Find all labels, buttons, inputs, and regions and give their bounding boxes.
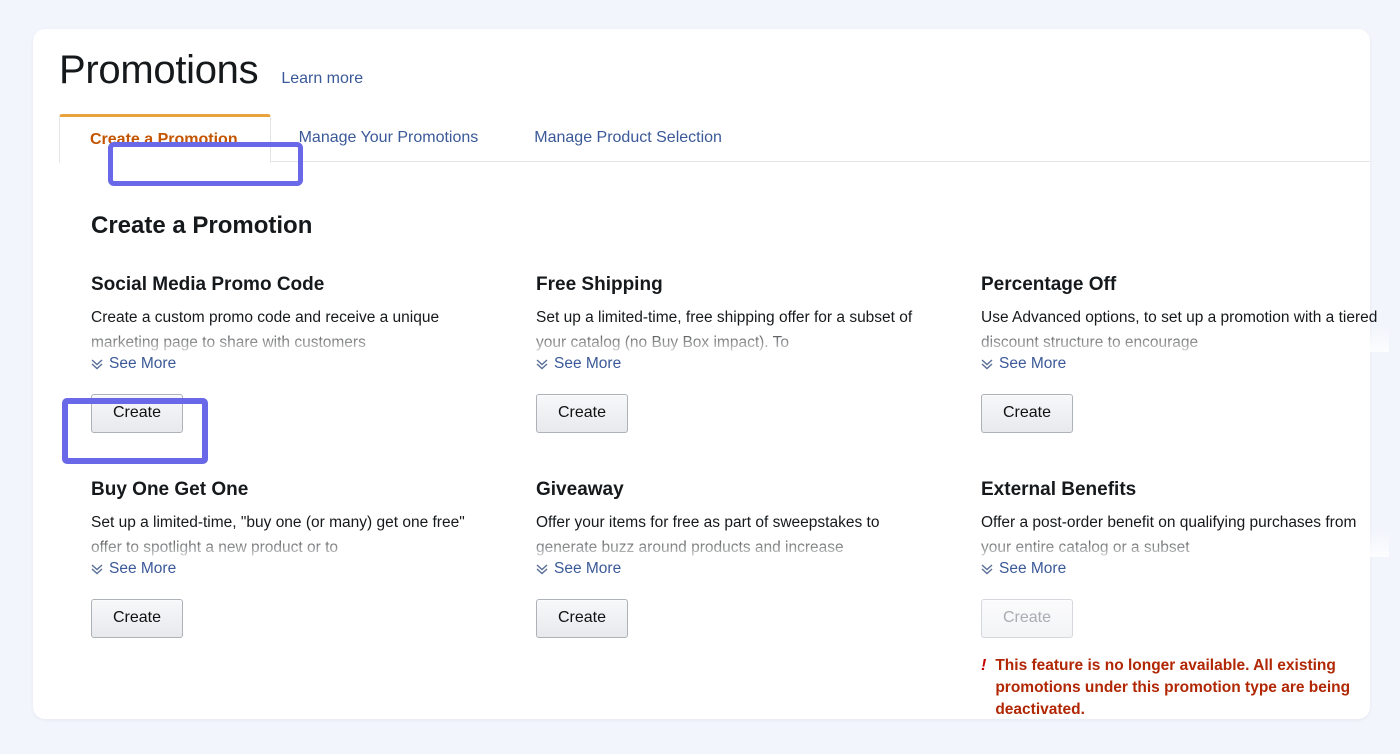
create-button-free-shipping[interactable]: Create xyxy=(536,394,628,433)
tab-bar: Create a Promotion Manage Your Promotion… xyxy=(59,114,1370,162)
tab-create-a-promotion[interactable]: Create a Promotion xyxy=(59,114,271,163)
page-header: Promotions Learn more xyxy=(59,46,363,94)
see-more-link[interactable]: See More xyxy=(91,560,176,578)
promo-title: Free Shipping xyxy=(536,273,981,297)
promo-title: Giveaway xyxy=(536,478,981,502)
create-button-giveaway[interactable]: Create xyxy=(536,599,628,638)
exclamation-icon: ! xyxy=(981,655,986,721)
tab-manage-your-promotions[interactable]: Manage Your Promotions xyxy=(271,114,507,162)
promo-card-external-benefits: External Benefits Offer a post-order ben… xyxy=(981,478,1381,721)
promo-title: External Benefits xyxy=(981,478,1381,502)
promotions-card: Promotions Learn more Create a Promotion… xyxy=(33,29,1370,719)
tab-manage-product-selection[interactable]: Manage Product Selection xyxy=(506,114,750,162)
tab-manage-your-promotions-label: Manage Your Promotions xyxy=(299,129,479,147)
promo-description-wrapper: Create a custom promo code and receive a… xyxy=(91,305,499,352)
see-more-link[interactable]: See More xyxy=(536,355,621,373)
see-more-label: See More xyxy=(109,560,176,578)
promo-button-row: Create xyxy=(981,394,1381,433)
chevron-double-down-icon xyxy=(981,562,993,576)
create-button-external-benefits: Create xyxy=(981,599,1073,638)
create-button-social-media-promo-code[interactable]: Create xyxy=(91,394,183,433)
see-more-label: See More xyxy=(554,560,621,578)
see-more-link[interactable]: See More xyxy=(536,560,621,578)
external-benefits-notice: ! This feature is no longer available. A… xyxy=(981,655,1371,721)
promo-button-row: Create xyxy=(981,599,1381,638)
promo-description: Offer your items for free as part of swe… xyxy=(536,510,944,557)
promo-description: Create a custom promo code and receive a… xyxy=(91,305,499,352)
promo-description: Offer a post-order benefit on qualifying… xyxy=(981,510,1389,557)
promotion-grid: Social Media Promo Code Create a custom … xyxy=(91,273,1381,721)
see-more-label: See More xyxy=(554,355,621,373)
promo-button-row: Create xyxy=(536,599,981,638)
chevron-double-down-icon xyxy=(91,357,103,371)
see-more-label: See More xyxy=(109,355,176,373)
promo-card-free-shipping: Free Shipping Set up a limited-time, fre… xyxy=(536,273,981,478)
promo-description-wrapper: Use Advanced options, to set up a promot… xyxy=(981,305,1389,352)
chevron-double-down-icon xyxy=(536,357,548,371)
promo-description: Use Advanced options, to set up a promot… xyxy=(981,305,1389,352)
promo-description-wrapper: Set up a limited-time, "buy one (or many… xyxy=(91,510,499,557)
promo-card-percentage-off: Percentage Off Use Advanced options, to … xyxy=(981,273,1381,478)
tab-create-a-promotion-label: Create a Promotion xyxy=(90,131,238,149)
chevron-double-down-icon xyxy=(91,562,103,576)
see-more-label: See More xyxy=(999,560,1066,578)
promo-description: Set up a limited-time, "buy one (or many… xyxy=(91,510,499,557)
create-button-percentage-off[interactable]: Create xyxy=(981,394,1073,433)
promo-button-row: Create xyxy=(91,394,536,433)
promo-card-social-media-promo-code: Social Media Promo Code Create a custom … xyxy=(91,273,536,478)
promo-card-buy-one-get-one: Buy One Get One Set up a limited-time, "… xyxy=(91,478,536,721)
learn-more-link[interactable]: Learn more xyxy=(281,70,363,88)
promo-title: Percentage Off xyxy=(981,273,1381,297)
page-title: Promotions xyxy=(59,46,258,94)
see-more-label: See More xyxy=(999,355,1066,373)
promo-description-wrapper: Offer your items for free as part of swe… xyxy=(536,510,944,557)
promo-description-wrapper: Offer a post-order benefit on qualifying… xyxy=(981,510,1389,557)
chevron-double-down-icon xyxy=(536,562,548,576)
promo-title: Buy One Get One xyxy=(91,478,536,502)
promo-title: Social Media Promo Code xyxy=(91,273,536,297)
promo-button-row: Create xyxy=(536,394,981,433)
notice-text: This feature is no longer available. All… xyxy=(995,655,1371,721)
chevron-double-down-icon xyxy=(981,357,993,371)
promotions-page: Promotions Learn more Create a Promotion… xyxy=(0,0,1400,754)
see-more-link[interactable]: See More xyxy=(981,355,1066,373)
see-more-link[interactable]: See More xyxy=(981,560,1066,578)
section-title: Create a Promotion xyxy=(91,212,312,240)
create-button-buy-one-get-one[interactable]: Create xyxy=(91,599,183,638)
promo-card-giveaway: Giveaway Offer your items for free as pa… xyxy=(536,478,981,721)
promo-button-row: Create xyxy=(91,599,536,638)
see-more-link[interactable]: See More xyxy=(91,355,176,373)
promo-description: Set up a limited-time, free shipping off… xyxy=(536,305,944,352)
tab-manage-product-selection-label: Manage Product Selection xyxy=(534,129,722,147)
promo-description-wrapper: Set up a limited-time, free shipping off… xyxy=(536,305,944,352)
